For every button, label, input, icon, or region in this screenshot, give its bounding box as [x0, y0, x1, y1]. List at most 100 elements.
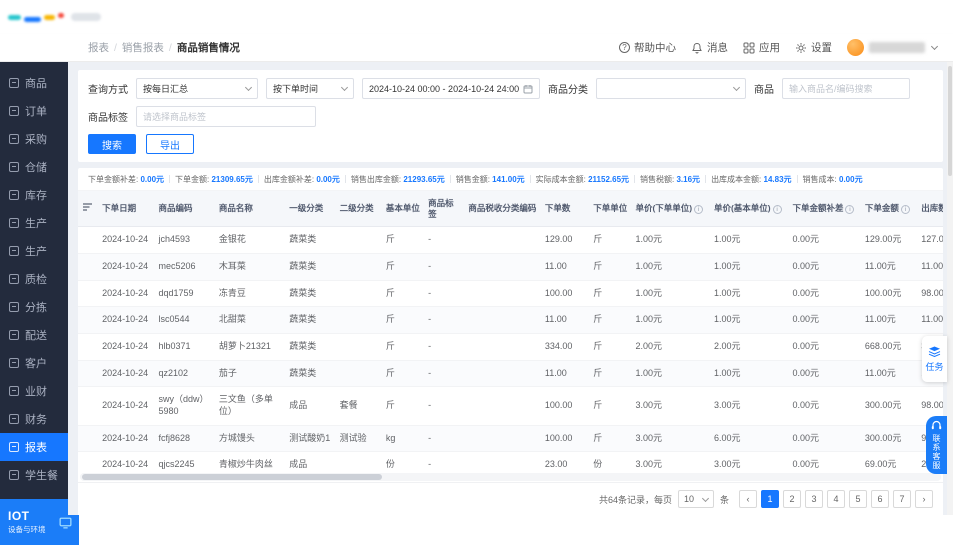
breadcrumb-item[interactable]: 报表 — [88, 40, 109, 55]
column-header[interactable]: 单价(基本单位) i — [709, 191, 789, 228]
delivery-icon — [9, 330, 19, 340]
page-button[interactable]: 7 — [893, 490, 911, 508]
sidebar-item-warehouse[interactable]: 仓储 — [0, 153, 68, 181]
tag-input[interactable] — [136, 106, 316, 127]
breadcrumb-item[interactable]: 销售报表 — [122, 40, 164, 55]
column-header[interactable]: 出库数(下单单位) — [917, 191, 943, 228]
sidebar-item-production-2[interactable]: 生产 — [0, 237, 68, 265]
search-button[interactable]: 搜索 — [88, 134, 136, 154]
task-widget[interactable]: 任务 — [922, 336, 947, 382]
table-cell: 蔬菜类 — [285, 360, 336, 388]
messages-button[interactable]: 消息 — [691, 40, 728, 55]
column-header-label: 下单单位 — [593, 203, 628, 214]
sidebar-item-purchasing[interactable]: 采购 — [0, 125, 68, 153]
table-cell: 3.00元 — [631, 386, 710, 426]
horizontal-scrollbar-thumb[interactable] — [82, 474, 382, 480]
column-settings-icon[interactable] — [82, 202, 93, 212]
column-header-label: 商品名称 — [218, 203, 253, 214]
info-icon[interactable]: i — [845, 205, 855, 215]
sidebar-item-inventory[interactable]: 库存 — [0, 181, 68, 209]
category-label: 商品分类 — [548, 85, 588, 96]
column-header[interactable]: 下单日期 — [98, 191, 155, 228]
sidebar-item-delivery[interactable]: 配送 — [0, 321, 68, 349]
column-header[interactable]: 下单金额 i — [860, 191, 918, 228]
column-header[interactable]: 一级分类 — [285, 191, 336, 228]
category-select[interactable] — [596, 78, 746, 99]
apps-button[interactable]: 应用 — [743, 40, 780, 55]
page-button[interactable]: 4 — [827, 490, 845, 508]
table-cell: 蔬菜类 — [285, 226, 336, 254]
page-button[interactable]: 3 — [805, 490, 823, 508]
info-icon[interactable]: i — [694, 205, 704, 215]
table-cell: 1.00元 — [709, 280, 789, 308]
table-cell: 斤 — [589, 226, 632, 254]
calendar-icon — [523, 84, 533, 93]
task-label: 任务 — [925, 361, 944, 372]
column-header-label: 一级分类 — [289, 203, 324, 214]
horizontal-scrollbar[interactable] — [80, 473, 941, 481]
table-cell — [464, 451, 541, 472]
table-cell: 11.00元 — [860, 306, 918, 334]
sidebar-item-production[interactable]: 生产 — [0, 209, 68, 237]
sidebar-item-customers[interactable]: 客户 — [0, 349, 68, 377]
column-header[interactable]: 下单金额补差 i — [788, 191, 861, 228]
topbar: 报表 / 销售报表 / 商品销售情况 ? 帮助中心 消息 应用 设置 — [0, 34, 953, 62]
sidebar-item-student-meal[interactable]: 学生餐 — [0, 461, 68, 489]
table-cell: 127.00 — [917, 226, 943, 254]
page-size-select[interactable]: 10 — [677, 490, 714, 508]
table-cell: 方城馒头 — [214, 425, 286, 453]
table-cell — [335, 360, 382, 388]
breadcrumb: 报表 / 销售报表 / 商品销售情况 — [88, 40, 240, 55]
info-icon[interactable]: i — [900, 205, 910, 215]
column-header[interactable]: 基本单位 — [381, 191, 425, 228]
vertical-scrollbar-thumb[interactable] — [948, 66, 952, 176]
summary-separator — [257, 175, 259, 183]
page-button[interactable]: 2 — [783, 490, 801, 508]
column-header[interactable]: 下单数 — [540, 191, 590, 228]
summary-separator — [449, 175, 451, 183]
sidebar-item-quality[interactable]: 质检 — [0, 265, 68, 293]
sidebar-item-business-finance[interactable]: 业财 — [0, 377, 68, 405]
sidebar-item-reports[interactable]: 报表 — [0, 433, 68, 461]
sidebar-item-orders[interactable]: 订单 — [0, 97, 68, 125]
export-button[interactable]: 导出 — [146, 134, 194, 154]
page-button[interactable]: 1 — [761, 490, 779, 508]
table-cell: - — [424, 333, 465, 361]
settings-button[interactable]: 设置 — [795, 40, 832, 55]
page-button[interactable]: 6 — [871, 490, 889, 508]
prev-page-button[interactable]: ‹ — [739, 490, 757, 508]
next-page-button[interactable]: › — [915, 490, 933, 508]
sidebar-item-sorting[interactable]: 分拣 — [0, 293, 68, 321]
row-gutter — [78, 333, 99, 361]
sidebar-item-finance[interactable]: 财务 — [0, 405, 68, 433]
column-header[interactable]: 二级分类 — [335, 191, 382, 228]
column-header[interactable]: 下单单位 — [589, 191, 632, 228]
info-icon[interactable]: i — [772, 205, 782, 215]
table-cell: 2024-10-24 — [98, 226, 155, 254]
settings-label: 设置 — [811, 42, 832, 54]
table-row: 2024-10-24 fcfj8628 方城馒头 测试酸奶1 测试验 kg - 100.00 斤… — [78, 425, 943, 453]
column-header[interactable]: 商品税收分类编码 — [464, 191, 541, 228]
query-mode-select[interactable]: 按每日汇总 — [136, 78, 258, 99]
column-header[interactable]: 单价(下单单位) i — [631, 191, 710, 228]
product-search-input[interactable] — [782, 78, 910, 99]
sidebar-item-products[interactable]: 商品 — [0, 69, 68, 97]
table-row: 2024-10-24 qjcs2245 青椒炒牛肉丝 成品份 -23.00 份 3.00元 3… — [78, 451, 943, 472]
user-menu[interactable] — [847, 39, 939, 56]
column-header[interactable]: 商品名称 — [214, 191, 286, 228]
table-cell: 11.00 — [917, 253, 943, 281]
sidebar-item-label: 客户 — [25, 358, 47, 370]
table-cell — [464, 253, 541, 281]
table-body: 2024-10-24 jch4593 金银花 蔬菜类斤 -129.00 斤 1.00元 1.0… — [78, 226, 943, 472]
vertical-scrollbar[interactable] — [947, 62, 953, 515]
table-row: 2024-10-24 mec5206 木耳菜 蔬菜类斤 -11.00 斤 1.00元 1.00… — [78, 253, 943, 281]
customer-service-widget[interactable]: 联系客服 — [926, 416, 947, 474]
page-button[interactable]: 5 — [849, 490, 867, 508]
table-cell: 斤 — [381, 280, 425, 308]
date-range-picker[interactable]: 2024-10-24 00:00 - 2024-10-24 24:00 — [362, 78, 540, 99]
help-center-button[interactable]: ? 帮助中心 — [619, 40, 676, 55]
time-type-select[interactable]: 按下单时间 — [266, 78, 354, 99]
column-header[interactable]: 商品编码 — [154, 191, 215, 228]
column-header[interactable]: 商品标签 — [424, 191, 465, 228]
quality-icon — [9, 274, 19, 284]
